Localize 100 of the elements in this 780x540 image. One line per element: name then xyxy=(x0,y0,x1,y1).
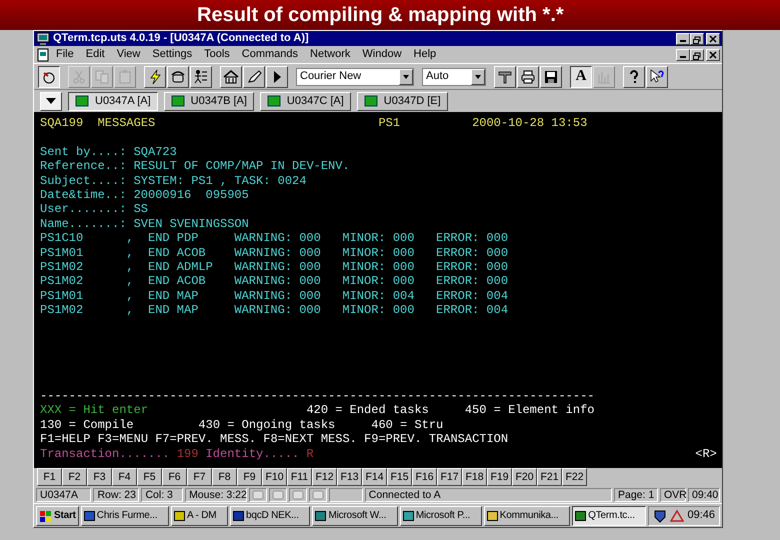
function-key[interactable]: F7 xyxy=(187,468,212,486)
menu-item[interactable]: Tools xyxy=(198,47,236,62)
minor-label: MINOR: xyxy=(342,288,387,304)
window-icon xyxy=(575,510,586,520)
minor-label: MINOR: xyxy=(342,246,387,260)
session-name: U0347A xyxy=(36,488,92,502)
window-icon xyxy=(232,510,244,520)
separator: , xyxy=(126,231,135,246)
menu-item[interactable]: Settings xyxy=(146,47,198,62)
error-count: 000 xyxy=(486,246,508,260)
field-label: Identity..... xyxy=(206,446,300,461)
function-key[interactable]: F21 xyxy=(537,468,562,486)
page-indicator: Page: 1 xyxy=(614,488,658,502)
menu-option: 420 = Ended tasks xyxy=(306,403,465,418)
minimize-button[interactable] xyxy=(676,32,690,44)
field-value: RESULT OF COMP/MAP IN DEV-ENV. xyxy=(134,159,350,174)
status-pane xyxy=(329,488,363,502)
function-key[interactable]: F5 xyxy=(137,468,162,486)
mouse-position: Mouse: 3:22 xyxy=(185,488,248,502)
menu-item[interactable]: Window xyxy=(356,47,408,62)
error-label: ERROR: xyxy=(436,260,480,274)
function-key[interactable]: F15 xyxy=(387,468,412,486)
function-key[interactable]: F6 xyxy=(162,468,187,486)
caret-icon xyxy=(474,72,482,80)
restore-button[interactable] xyxy=(690,32,704,44)
menu-item[interactable]: View xyxy=(110,47,146,62)
function-key[interactable]: F2 xyxy=(62,468,87,486)
screen-title: MESSAGES xyxy=(98,116,156,130)
close-icon xyxy=(708,34,718,44)
function-key[interactable]: F9 xyxy=(237,468,262,486)
function-key[interactable]: F11 xyxy=(287,468,312,486)
function-key[interactable]: F4 xyxy=(112,468,137,486)
function-key[interactable]: F17 xyxy=(437,468,462,486)
close-button[interactable] xyxy=(706,48,720,60)
session-tab[interactable]: U0347B [A] xyxy=(164,92,254,110)
warning-label: WARNING: xyxy=(234,231,294,246)
field-label: Reference..: xyxy=(40,159,128,174)
menu-item[interactable]: File xyxy=(50,47,80,62)
toolbar-button[interactable] xyxy=(38,66,60,88)
clock: 09:46 xyxy=(687,508,716,524)
function-key[interactable]: F18 xyxy=(462,468,487,486)
minor-label: MINOR: xyxy=(342,231,387,246)
field-label: Transaction....... xyxy=(40,446,171,461)
menu-item[interactable]: Network xyxy=(304,47,356,62)
error-label: ERROR: xyxy=(436,288,480,304)
session-tab[interactable]: U0347A [A] xyxy=(68,92,158,110)
session-tab[interactable]: U0347C [A] xyxy=(260,92,351,110)
start-button[interactable]: Start xyxy=(36,506,79,526)
field-value: 20000916 095905 xyxy=(134,188,249,202)
error-count: 000 xyxy=(486,274,508,289)
square-icon xyxy=(364,95,378,107)
session-tab[interactable]: U0347D [E] xyxy=(356,92,448,110)
dropdown-button[interactable] xyxy=(40,92,62,110)
program-name: PS1M02 xyxy=(40,303,84,318)
function-key[interactable]: F1 xyxy=(37,468,62,486)
window-icon xyxy=(315,510,326,520)
figure-list-icon xyxy=(193,68,209,84)
dropdown[interactable]: Auto xyxy=(422,68,486,86)
taskbar-button[interactable]: Chris Furme... xyxy=(80,506,169,526)
taskbar-button[interactable]: Microsoft W... xyxy=(312,506,398,526)
close-button[interactable] xyxy=(706,32,720,44)
function-key[interactable]: F16 xyxy=(412,468,437,486)
field-label: Sent by....: xyxy=(40,144,128,160)
function-key[interactable]: F8 xyxy=(212,468,237,486)
function-key[interactable]: F3 xyxy=(87,468,112,486)
taskbar-button[interactable]: Microsoft P... xyxy=(400,506,482,526)
program-name: PS1M02 xyxy=(40,274,84,289)
menu-item[interactable]: Commands xyxy=(236,47,304,62)
separator: , xyxy=(126,260,135,274)
dropdown-value: Auto xyxy=(426,69,449,84)
function-key[interactable]: F22 xyxy=(562,468,587,486)
taskbar-button[interactable]: bqcD NEK... xyxy=(230,506,310,526)
minimize-button[interactable] xyxy=(676,48,690,60)
minimize-icon xyxy=(680,40,686,42)
function-key[interactable]: F10 xyxy=(262,468,287,486)
field-label: User.......: xyxy=(40,202,128,217)
function-key[interactable]: F19 xyxy=(487,468,512,486)
taskbar-button[interactable]: Kommunika... xyxy=(484,506,570,526)
font-style-button[interactable]: A xyxy=(570,66,592,88)
error-label: ERROR: xyxy=(436,231,480,246)
function-key[interactable]: F12 xyxy=(312,468,337,486)
warning-count: 000 xyxy=(299,260,322,274)
taskbar-button[interactable]: QTerm.tc... xyxy=(572,506,646,526)
field-value: SYSTEM: PS1 , TASK: 0024 xyxy=(134,174,306,188)
program-name: PS1M01 xyxy=(40,246,84,260)
printer-icon xyxy=(520,68,536,84)
function-key[interactable]: F13 xyxy=(337,468,362,486)
error-count: 004 xyxy=(486,288,508,304)
separator: , xyxy=(126,303,135,318)
menu-item[interactable]: Help xyxy=(408,47,442,62)
window-title: QTerm.tcp.uts 4.0.19 - [U0347A (Connected to A)] xyxy=(53,32,309,45)
function-key[interactable]: F14 xyxy=(362,468,387,486)
function-key[interactable]: F20 xyxy=(512,468,537,486)
menu-item[interactable]: Edit xyxy=(80,47,111,62)
warning-count: 000 xyxy=(299,246,322,260)
restore-button[interactable] xyxy=(690,48,704,60)
taskbar-button[interactable]: A - DM xyxy=(170,506,228,526)
field-value: R xyxy=(306,446,315,461)
dropdown[interactable]: Courier New xyxy=(296,68,414,86)
action-text: END PDP xyxy=(148,231,200,246)
